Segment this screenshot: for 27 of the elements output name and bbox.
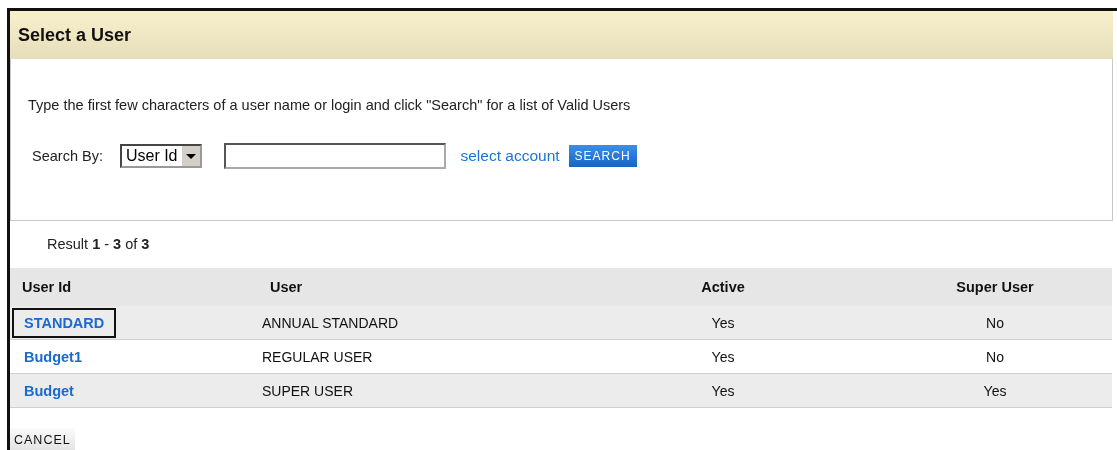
table-cell-text: REGULAR USER [261, 348, 374, 365]
table-row[interactable]: Budget SUPER USER Yes Yes [10, 374, 1112, 408]
result-summary: Result 1 - 3 of 3 [46, 235, 151, 254]
table-cell-text: ANNUAL STANDARD [261, 314, 400, 331]
search-by-select[interactable]: User Id [119, 144, 202, 168]
select-account-link[interactable]: select account [460, 147, 560, 165]
table-row[interactable]: STANDARD ANNUAL STANDARD Yes No [10, 306, 1112, 340]
search-by-label: Search By: [32, 148, 103, 164]
table-cell-text: No [985, 314, 1005, 331]
user-id-link[interactable]: STANDARD [12, 307, 117, 338]
user-id-link[interactable]: Budget [12, 375, 86, 406]
table-cell-text: Yes [710, 314, 736, 331]
table-cell-text: Yes [710, 382, 736, 399]
table-cell-text: Yes [982, 382, 1008, 399]
search-button[interactable]: SEARCH [568, 145, 637, 167]
column-header: Super User [955, 279, 1035, 295]
instructions-text: Type the first few characters of a user name or login and click "Search" for a list of Valid Users [28, 97, 632, 113]
table-cell-text: SUPER USER [261, 382, 355, 399]
table-cell-text: No [985, 348, 1005, 365]
dialog-title: Select a User [18, 24, 132, 46]
cancel-button[interactable]: CANCEL [10, 428, 75, 450]
table-cell-text: Yes [710, 348, 736, 365]
search-field[interactable] [223, 143, 446, 169]
column-header: User [269, 279, 304, 295]
user-id-link[interactable]: Budget1 [12, 341, 94, 372]
column-header: Active [700, 279, 746, 295]
column-header: User Id [21, 279, 73, 295]
